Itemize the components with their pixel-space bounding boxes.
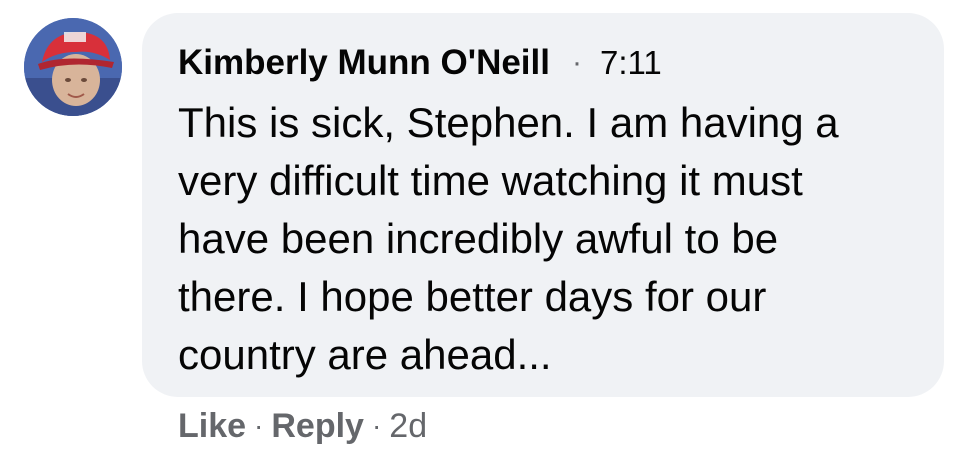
comment-time[interactable]: 7:11 [600,44,662,82]
author-name[interactable]: Kimberly Munn O'Neill [178,43,550,83]
avatar-image [24,18,122,116]
comment-text: This is sick, Stephen. I am having a ver… [178,94,908,384]
reply-button[interactable]: Reply [271,407,364,446]
comment-text-line: This is sick, Stephen. I am having a [178,99,839,146]
comment-text-line: country are ahead... [178,331,552,378]
comment-age[interactable]: 2d [389,407,427,446]
comment-text-line: very difficult time watching it must [178,157,803,204]
like-button[interactable]: Like [178,407,246,446]
comment-actions: Like · Reply · 2d [178,404,427,448]
comment-header: Kimberly Munn O'Neill · 7:11 [178,40,662,86]
separator-dot: · [571,46,582,79]
comment-text-line: have been incredibly awful to be [178,215,779,262]
avatar[interactable] [24,18,122,116]
separator-dot: · [254,410,264,441]
separator-dot: · [371,410,382,441]
comment: Kimberly Munn O'Neill · 7:11 This is sic… [0,0,980,463]
comment-text-line: there. I hope better days for our [178,273,767,320]
